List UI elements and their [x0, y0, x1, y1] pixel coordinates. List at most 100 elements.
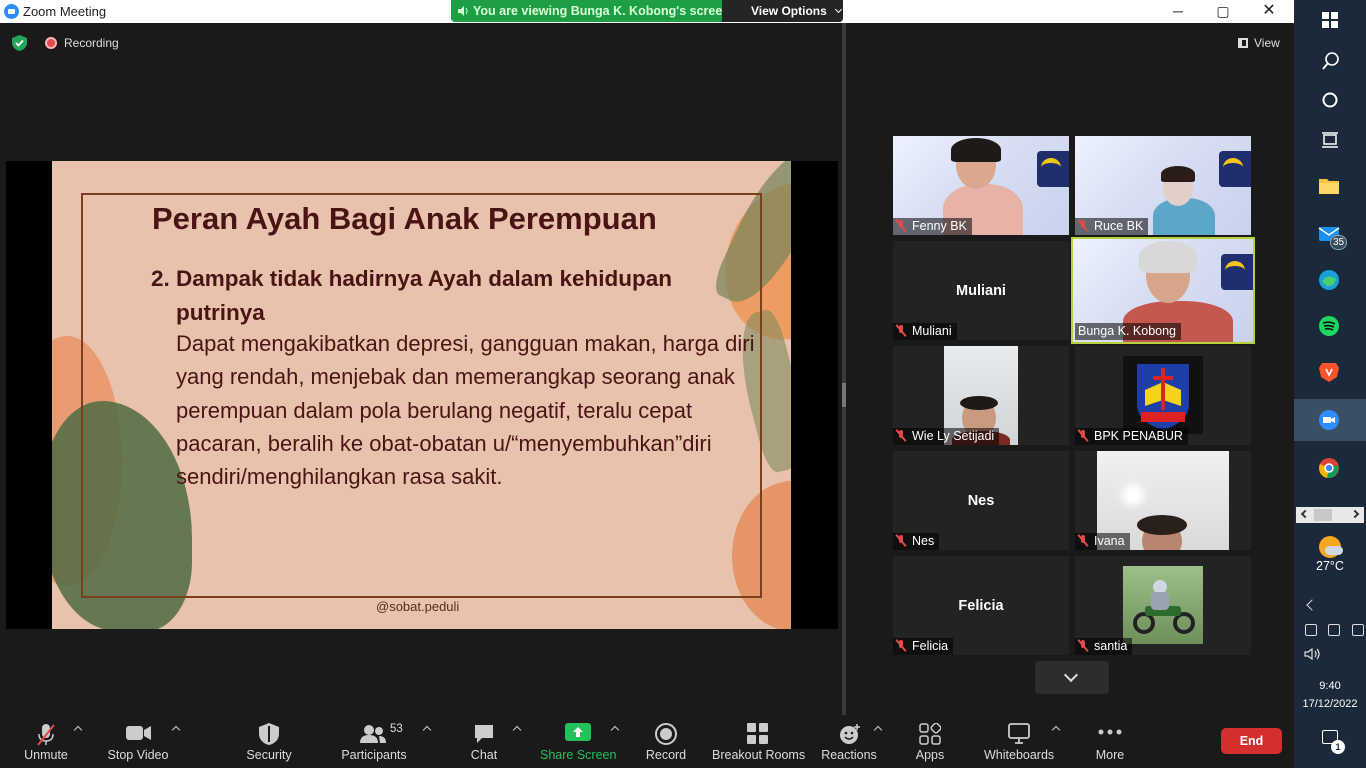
participants-button[interactable]: 53 Participants [338, 715, 410, 768]
security-shield-icon [259, 723, 279, 745]
speaker-icon [458, 6, 468, 16]
clock-date[interactable]: 17/12/2022 [1294, 698, 1366, 710]
video-options-caret-icon[interactable] [171, 725, 181, 735]
start-button[interactable] [1294, 0, 1366, 42]
taskbar-chrome[interactable] [1294, 447, 1366, 489]
taskbar-scrollbar[interactable] [1296, 507, 1364, 523]
minimize-button[interactable]: ─ [1155, 0, 1201, 23]
maximize-button[interactable]: ▢ [1200, 0, 1246, 23]
close-button[interactable]: ✕ [1246, 0, 1292, 23]
recording-label: Recording [64, 36, 119, 50]
participant-tile[interactable]: santia [1075, 556, 1251, 655]
participant-video [1137, 515, 1187, 535]
breakout-rooms-button[interactable]: Breakout Rooms [712, 715, 806, 768]
clock-time[interactable]: 9:40 [1294, 680, 1366, 692]
taskbar-mail[interactable]: 35 [1294, 213, 1366, 255]
end-meeting-button[interactable]: End [1221, 728, 1282, 754]
gallery-next-page-button[interactable] [1035, 661, 1109, 694]
divider-handle[interactable] [842, 383, 846, 407]
view-options-button[interactable]: View Options [722, 0, 843, 22]
notification-badge: 1 [1331, 740, 1345, 754]
participant-name-text: Nes [912, 534, 935, 548]
participant-name: Wie Ly Setijadi [893, 428, 1000, 445]
security-button[interactable]: Security [240, 715, 298, 768]
participant-name: Muliani [893, 323, 957, 340]
weather-temperature[interactable]: 27°C [1294, 559, 1366, 573]
record-label: Record [645, 748, 687, 762]
mic-muted-icon [896, 220, 906, 232]
taskbar-edge[interactable] [1294, 259, 1366, 301]
scrollbar-thumb[interactable] [1314, 509, 1332, 521]
mic-muted-icon [896, 430, 906, 442]
weather-sun-cloud-icon[interactable] [1319, 536, 1343, 558]
stop-video-button[interactable]: Stop Video [104, 715, 172, 768]
network-icon[interactable] [1328, 624, 1340, 636]
slide-point-heading: 2. Dampak tidak hadirnya Ayah dalam kehi… [151, 266, 672, 325]
participant-photo [1123, 566, 1203, 644]
chat-options-caret-icon[interactable] [512, 725, 522, 735]
participant-tile[interactable]: Nes Nes [893, 451, 1069, 550]
cortana-button[interactable] [1294, 80, 1366, 122]
taskbar-spotify[interactable] [1294, 305, 1366, 347]
apps-button[interactable]: Apps [910, 715, 950, 768]
participant-name-text: Wie Ly Setijadi [912, 429, 995, 443]
participant-display-name: Felicia [958, 598, 1004, 614]
slide-title: Peran Ayah Bagi Anak Perempuan [152, 201, 657, 236]
whiteboards-label: Whiteboards [984, 748, 1055, 762]
participant-tile[interactable]: Wie Ly Setijadi [893, 346, 1069, 445]
whiteboards-button[interactable]: Whiteboards [984, 715, 1054, 768]
participant-tile[interactable]: Ivana [1075, 451, 1251, 550]
taskbar-search-button[interactable] [1294, 40, 1366, 82]
unmute-button[interactable]: Unmute [20, 715, 72, 768]
mic-muted-icon [1078, 640, 1088, 652]
active-speaker-tile[interactable]: Bunga K. Kobong [1071, 237, 1255, 344]
mail-badge: 35 [1330, 235, 1348, 250]
split-divider[interactable] [842, 23, 846, 715]
participant-name-text: Felicia [912, 639, 949, 653]
whiteboard-icon [1008, 723, 1030, 744]
participant-tile[interactable]: Felicia Felicia [893, 556, 1069, 655]
participant-tile[interactable]: Ruce BK [1075, 136, 1251, 235]
participant-tile[interactable]: BPK PENABUR [1075, 346, 1251, 445]
reactions-button[interactable]: Reactions [820, 715, 878, 768]
mic-muted-icon [1078, 220, 1088, 232]
chat-label: Chat [470, 748, 498, 762]
participant-video [1161, 166, 1195, 182]
participant-name-text: Ruce BK [1094, 219, 1144, 233]
mic-muted-icon [896, 640, 906, 652]
mic-muted-icon [896, 535, 906, 547]
security-shield-icon[interactable] [12, 35, 27, 51]
taskbar-zoom[interactable] [1294, 399, 1366, 441]
zoom-app-icon [1319, 410, 1339, 430]
chevron-down-icon [835, 5, 843, 14]
meet-now-icon[interactable] [1305, 624, 1317, 636]
participant-video [1139, 241, 1197, 273]
audio-options-caret-icon[interactable] [73, 725, 83, 735]
view-button[interactable]: View [1232, 32, 1284, 54]
record-icon [655, 723, 677, 745]
display-icon[interactable] [1352, 624, 1364, 636]
ceiling-light [1127, 489, 1139, 501]
participant-name-text: santia [1094, 639, 1128, 653]
task-view-button[interactable] [1294, 120, 1366, 162]
participant-tile[interactable]: Fenny BK [893, 136, 1069, 235]
chevron-right-icon[interactable] [1350, 509, 1360, 519]
participants-label: Participants [341, 748, 407, 762]
chrome-browser-icon [1319, 458, 1339, 479]
participants-options-caret-icon[interactable] [422, 725, 432, 735]
participant-tile[interactable]: Muliani Muliani [893, 241, 1069, 340]
breakout-rooms-label: Breakout Rooms [712, 748, 806, 762]
more-button[interactable]: More [1090, 715, 1130, 768]
participants-icon [360, 725, 386, 743]
participant-name: Fenny BK [893, 218, 972, 235]
recording-indicator-icon [45, 37, 57, 49]
chevron-left-icon[interactable] [1300, 509, 1310, 519]
record-button[interactable]: Record [642, 715, 690, 768]
chat-button[interactable]: Chat [464, 715, 504, 768]
volume-icon[interactable] [1304, 648, 1320, 660]
participant-name: Ruce BK [1075, 218, 1149, 235]
share-screen-button[interactable]: Share Screen [540, 715, 616, 768]
taskbar-brave[interactable] [1294, 351, 1366, 393]
meeting-toolbar: Unmute Stop Video Security 53 Participan… [0, 715, 1294, 768]
taskbar-file-explorer[interactable] [1294, 165, 1366, 207]
